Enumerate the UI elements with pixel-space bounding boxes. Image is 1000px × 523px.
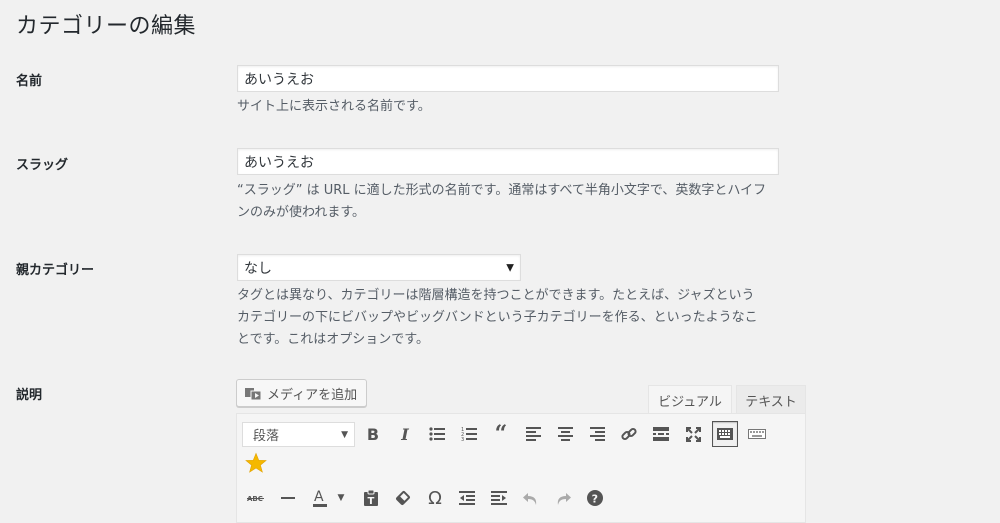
slug-description-line-1: “スラッグ” は URL に適した形式の名前です。通常はすべて半角小文字で、英数… bbox=[237, 183, 767, 198]
slug-input-value: あいうえお bbox=[244, 154, 314, 171]
align-right-icon[interactable] bbox=[584, 421, 610, 447]
toolbar-toggle-icon[interactable] bbox=[712, 421, 738, 447]
clear-formatting-icon[interactable] bbox=[390, 485, 416, 511]
name-label: 名前 bbox=[16, 74, 43, 89]
bullet-list-icon[interactable] bbox=[424, 421, 450, 447]
svg-text:?: ? bbox=[592, 493, 598, 506]
star-icon[interactable] bbox=[243, 450, 269, 476]
tab-text[interactable]: テキスト bbox=[736, 385, 806, 414]
fullscreen-icon[interactable] bbox=[680, 421, 706, 447]
keyboard-icon[interactable] bbox=[744, 421, 770, 447]
text-color-icon[interactable]: A bbox=[307, 485, 333, 511]
strikethrough-icon[interactable]: ABC bbox=[243, 485, 269, 511]
parent-description: タグとは異なり、カテゴリーは階層構造を持つことができます。たとえば、ジャズという… bbox=[237, 285, 807, 351]
redo-icon[interactable] bbox=[550, 485, 576, 511]
svg-text:T: T bbox=[368, 496, 375, 506]
svg-text:3: 3 bbox=[461, 437, 464, 441]
bold-icon[interactable]: B bbox=[360, 421, 386, 447]
format-select-value: 段落 bbox=[253, 429, 280, 444]
dropdown-arrow-icon: ▼ bbox=[341, 429, 348, 440]
help-icon[interactable]: ? bbox=[582, 485, 608, 511]
paste-text-icon[interactable]: T bbox=[358, 485, 384, 511]
undo-icon[interactable] bbox=[518, 485, 544, 511]
align-left-icon[interactable] bbox=[520, 421, 546, 447]
description-label: 説明 bbox=[16, 388, 43, 403]
parent-select-value: なし bbox=[244, 260, 272, 277]
italic-icon[interactable]: I bbox=[392, 421, 418, 447]
slug-description-line-2: ンのみが使われます。 bbox=[237, 205, 366, 220]
name-input-value: あいうえお bbox=[244, 71, 314, 88]
special-character-icon[interactable]: Ω bbox=[422, 485, 448, 511]
link-icon[interactable] bbox=[616, 421, 642, 447]
parent-description-line-1: タグとは異なり、カテゴリーは階層構造を持つことができます。たとえば、ジャズという bbox=[237, 288, 755, 303]
tab-visual[interactable]: ビジュアル bbox=[648, 385, 732, 414]
media-icon bbox=[245, 386, 262, 401]
slug-description: “スラッグ” は URL に適した形式の名前です。通常はすべて半角小文字で、英数… bbox=[237, 180, 807, 224]
numbered-list-icon[interactable]: 123 bbox=[456, 421, 482, 447]
parent-select[interactable]: なし ▼ bbox=[237, 254, 521, 281]
name-input[interactable]: あいうえお bbox=[237, 65, 779, 92]
format-select[interactable]: 段落 ▼ bbox=[242, 422, 355, 447]
read-more-icon[interactable] bbox=[648, 421, 674, 447]
svg-text:A: A bbox=[314, 489, 324, 505]
slug-label: スラッグ bbox=[16, 158, 69, 173]
slug-input[interactable]: あいうえお bbox=[237, 148, 779, 175]
indent-icon[interactable] bbox=[486, 485, 512, 511]
parent-label: 親カテゴリー bbox=[16, 263, 95, 278]
add-media-label: メディアを追加 bbox=[267, 387, 358, 403]
parent-description-line-2: カテゴリーの下にビバップやビッグバンドという子カテゴリーを作る、といったようなこ bbox=[237, 310, 758, 325]
outdent-icon[interactable] bbox=[454, 485, 480, 511]
name-description: サイト上に表示される名前です。 bbox=[237, 99, 431, 114]
dropdown-arrow-icon: ▼ bbox=[506, 262, 514, 273]
page-title: カテゴリーの編集 bbox=[16, 14, 197, 39]
text-color-dropdown-icon[interactable]: ▼ bbox=[332, 485, 350, 511]
blockquote-icon[interactable]: “ bbox=[488, 421, 514, 447]
horizontal-line-icon[interactable] bbox=[275, 485, 301, 511]
align-center-icon[interactable] bbox=[552, 421, 578, 447]
add-media-button[interactable]: メディアを追加 bbox=[236, 379, 367, 407]
parent-description-line-3: とです。これはオプションです。 bbox=[237, 332, 430, 347]
